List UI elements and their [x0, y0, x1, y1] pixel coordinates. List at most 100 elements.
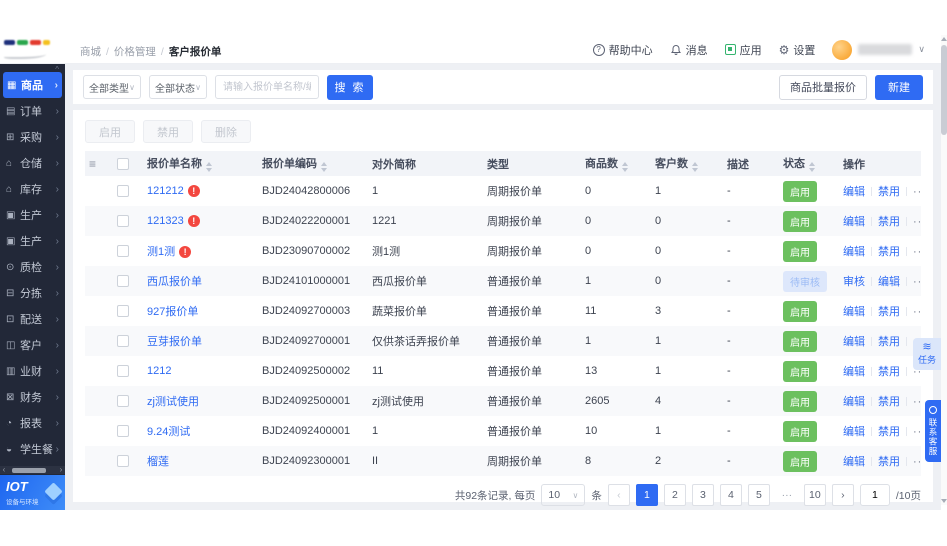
column-header[interactable]: 类型 [483, 151, 581, 176]
column-header[interactable]: 客户数 [651, 151, 723, 176]
sidebar-item[interactable]: ▥ 业财 › [0, 358, 65, 384]
action-link[interactable]: 禁用 [878, 336, 900, 348]
settings-button[interactable]: ⚙ 设置 [779, 42, 816, 58]
quote-name-link[interactable]: zj测试使用 [147, 396, 199, 408]
quote-name-link[interactable]: 121323 [147, 215, 184, 227]
scrollbar-thumb[interactable] [12, 467, 46, 473]
row-checkbox[interactable] [117, 275, 129, 288]
row-checkbox[interactable] [117, 335, 129, 348]
more-actions-button[interactable]: ··· [913, 246, 921, 258]
action-link[interactable]: 编辑 [843, 456, 865, 468]
row-checkbox[interactable] [117, 365, 129, 378]
page-button[interactable]: 2 [663, 484, 686, 506]
column-header[interactable]: 对外简称 [368, 151, 483, 176]
quote-name-link[interactable]: 豆芽报价单 [147, 336, 202, 348]
sidebar-item[interactable]: ▦ 商品 › [3, 72, 62, 98]
sort-icon[interactable] [809, 162, 815, 172]
sidebar-item[interactable]: ⊞ 采购 › [0, 124, 65, 150]
more-actions-button[interactable]: ··· [913, 396, 921, 408]
sidebar-item[interactable]: ▣ 生产 › [0, 228, 65, 254]
row-checkbox[interactable] [117, 245, 129, 258]
column-header[interactable]: 报价单名称 [143, 151, 258, 176]
page-button[interactable]: 4 [719, 484, 742, 506]
breadcrumb-link[interactable]: 价格管理 [114, 46, 156, 58]
bulk-delete-button[interactable]: 删除 [201, 120, 251, 143]
row-checkbox[interactable] [117, 185, 129, 198]
action-link[interactable]: 编辑 [843, 216, 865, 228]
sidebar-item[interactable]: ⌂ 库存 › [0, 176, 65, 202]
action-link[interactable]: 编辑 [843, 396, 865, 408]
action-link[interactable]: 禁用 [878, 216, 900, 228]
action-link[interactable]: 禁用 [878, 396, 900, 408]
action-link[interactable]: 编辑 [843, 246, 865, 258]
quote-name-link[interactable]: 927报价单 [147, 306, 198, 318]
user-menu[interactable]: ∨ [832, 39, 925, 60]
batch-quote-button[interactable]: 商品批量报价 [779, 74, 867, 100]
help-center-button[interactable]: ? 帮助中心 [592, 42, 653, 58]
row-checkbox[interactable] [117, 305, 129, 318]
page-button[interactable]: 10 [803, 484, 826, 506]
column-header[interactable]: 报价单编码 [258, 151, 368, 176]
column-header[interactable]: 商品数 [581, 151, 651, 176]
action-link[interactable]: 禁用 [878, 456, 900, 468]
sidebar-item[interactable]: ◫ 客户 › [0, 332, 65, 358]
more-actions-button[interactable]: ··· [913, 216, 921, 228]
sidebar-item[interactable]: ▤ 订单 › [0, 98, 65, 124]
scroll-down-icon[interactable] [941, 499, 947, 503]
create-button[interactable]: 新建 [875, 74, 923, 100]
action-link[interactable]: 编辑 [843, 336, 865, 348]
column-settings-icon[interactable]: ≡ [89, 157, 96, 171]
page-jump-input[interactable] [859, 484, 890, 506]
quote-name-link[interactable]: 9.24测试 [147, 426, 190, 438]
status-filter-select[interactable]: 全部状态 ∨ [149, 75, 207, 99]
page-button[interactable]: ··· [776, 484, 798, 506]
row-checkbox[interactable] [117, 215, 129, 228]
sidebar-item[interactable]: ⊟ 分拣 › [0, 280, 65, 306]
sort-icon[interactable] [622, 162, 628, 172]
action-link[interactable]: 编辑 [878, 276, 900, 288]
breadcrumb-link[interactable]: 商城 [80, 46, 101, 58]
page-button[interactable]: 1 [635, 484, 658, 506]
select-all-checkbox[interactable] [117, 157, 129, 170]
iot-banner[interactable]: IOT 设备与环境 [0, 475, 65, 510]
type-filter-select[interactable]: 全部类型 ∨ [83, 75, 141, 99]
sort-icon[interactable] [321, 162, 327, 172]
action-link[interactable]: 审核 [843, 276, 865, 288]
column-header[interactable]: 描述 [723, 151, 779, 176]
quote-name-link[interactable]: 西瓜报价单 [147, 276, 202, 288]
search-button[interactable]: 搜 索 [327, 74, 373, 100]
action-link[interactable]: 编辑 [843, 186, 865, 198]
tasks-fab[interactable]: ≋ 任务 [913, 338, 941, 370]
action-link[interactable]: 禁用 [878, 186, 900, 198]
sidebar-item[interactable]: ⊙ 质检 › [0, 254, 65, 280]
sort-icon[interactable] [206, 162, 212, 172]
sidebar-item[interactable]: ◔ 报表 › [0, 410, 65, 436]
action-link[interactable]: 禁用 [878, 246, 900, 258]
next-page-button[interactable]: › [831, 484, 854, 506]
page-button[interactable]: 3 [691, 484, 714, 506]
messages-button[interactable]: 消息 [670, 42, 708, 58]
action-link[interactable]: 编辑 [843, 306, 865, 318]
scrollbar-thumb[interactable] [941, 45, 947, 135]
bulk-disable-button[interactable]: 禁用 [143, 120, 193, 143]
more-actions-button[interactable]: ··· [913, 426, 921, 438]
page-size-select[interactable]: 10 ∨ [541, 484, 586, 506]
search-input[interactable] [215, 75, 319, 99]
sidebar-item[interactable]: ▣ 生产 › [0, 202, 65, 228]
column-header[interactable]: 状态 [779, 151, 839, 176]
row-checkbox[interactable] [117, 455, 129, 468]
more-actions-button[interactable]: ··· [913, 306, 921, 318]
more-actions-button[interactable]: ··· [913, 186, 921, 198]
bulk-enable-button[interactable]: 启用 [85, 120, 135, 143]
prev-page-button[interactable]: ‹ [607, 484, 630, 506]
action-link[interactable]: 编辑 [843, 426, 865, 438]
scroll-left-icon[interactable]: ‹ [0, 466, 8, 474]
column-header[interactable]: 操作 [839, 151, 921, 176]
contact-support-fab[interactable]: 联系客服 [925, 400, 941, 462]
quote-name-link[interactable]: 测1测 [147, 246, 175, 258]
sidebar-item[interactable]: ⌂ 仓储 › [0, 150, 65, 176]
sort-icon[interactable] [692, 162, 698, 172]
quote-name-link[interactable]: 榴莲 [147, 456, 169, 468]
apps-button[interactable]: 应用 [724, 42, 762, 58]
row-checkbox[interactable] [117, 395, 129, 408]
